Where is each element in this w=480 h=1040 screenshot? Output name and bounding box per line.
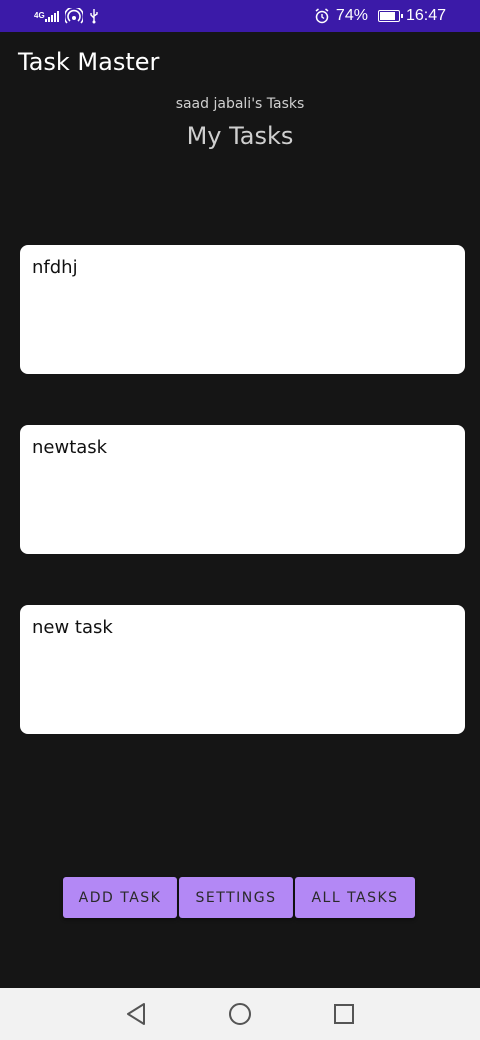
battery-percent: 74% — [335, 7, 368, 24]
battery-fill — [379, 12, 395, 20]
app-title: Task Master — [18, 48, 160, 76]
back-icon[interactable] — [122, 1000, 150, 1028]
action-buttons: ADD TASK SETTINGS ALL TASKS — [63, 877, 415, 918]
status-bar: 4G 74% 16:47 — [0, 0, 480, 32]
hotspot-icon — [64, 8, 83, 24]
task-title: nfdhj — [32, 257, 78, 278]
add-task-button[interactable]: ADD TASK — [63, 877, 177, 918]
user-tasks-label: saad jabali's Tasks — [175, 96, 305, 112]
page-heading: My Tasks — [186, 122, 294, 150]
navigation-bar — [0, 988, 480, 1040]
task-title: new task — [32, 617, 113, 638]
alarm-icon — [314, 8, 330, 24]
status-right: 74% 16:47 — [314, 7, 446, 25]
task-card[interactable]: new task — [20, 605, 465, 734]
all-tasks-button[interactable]: ALL TASKS — [295, 877, 415, 918]
clock: 16:47 — [405, 7, 446, 24]
recents-icon[interactable] — [330, 1000, 358, 1028]
status-left: 4G — [34, 8, 99, 24]
home-icon[interactable] — [226, 1000, 254, 1028]
task-card[interactable]: nfdhj — [20, 245, 465, 374]
settings-button[interactable]: SETTINGS — [179, 877, 293, 918]
task-title: newtask — [32, 437, 108, 458]
battery-icon — [377, 10, 403, 22]
task-card[interactable]: newtask — [20, 425, 465, 554]
usb-icon — [89, 8, 99, 24]
signal-icon: 4G — [34, 10, 59, 22]
network-type: 4G — [34, 11, 45, 20]
